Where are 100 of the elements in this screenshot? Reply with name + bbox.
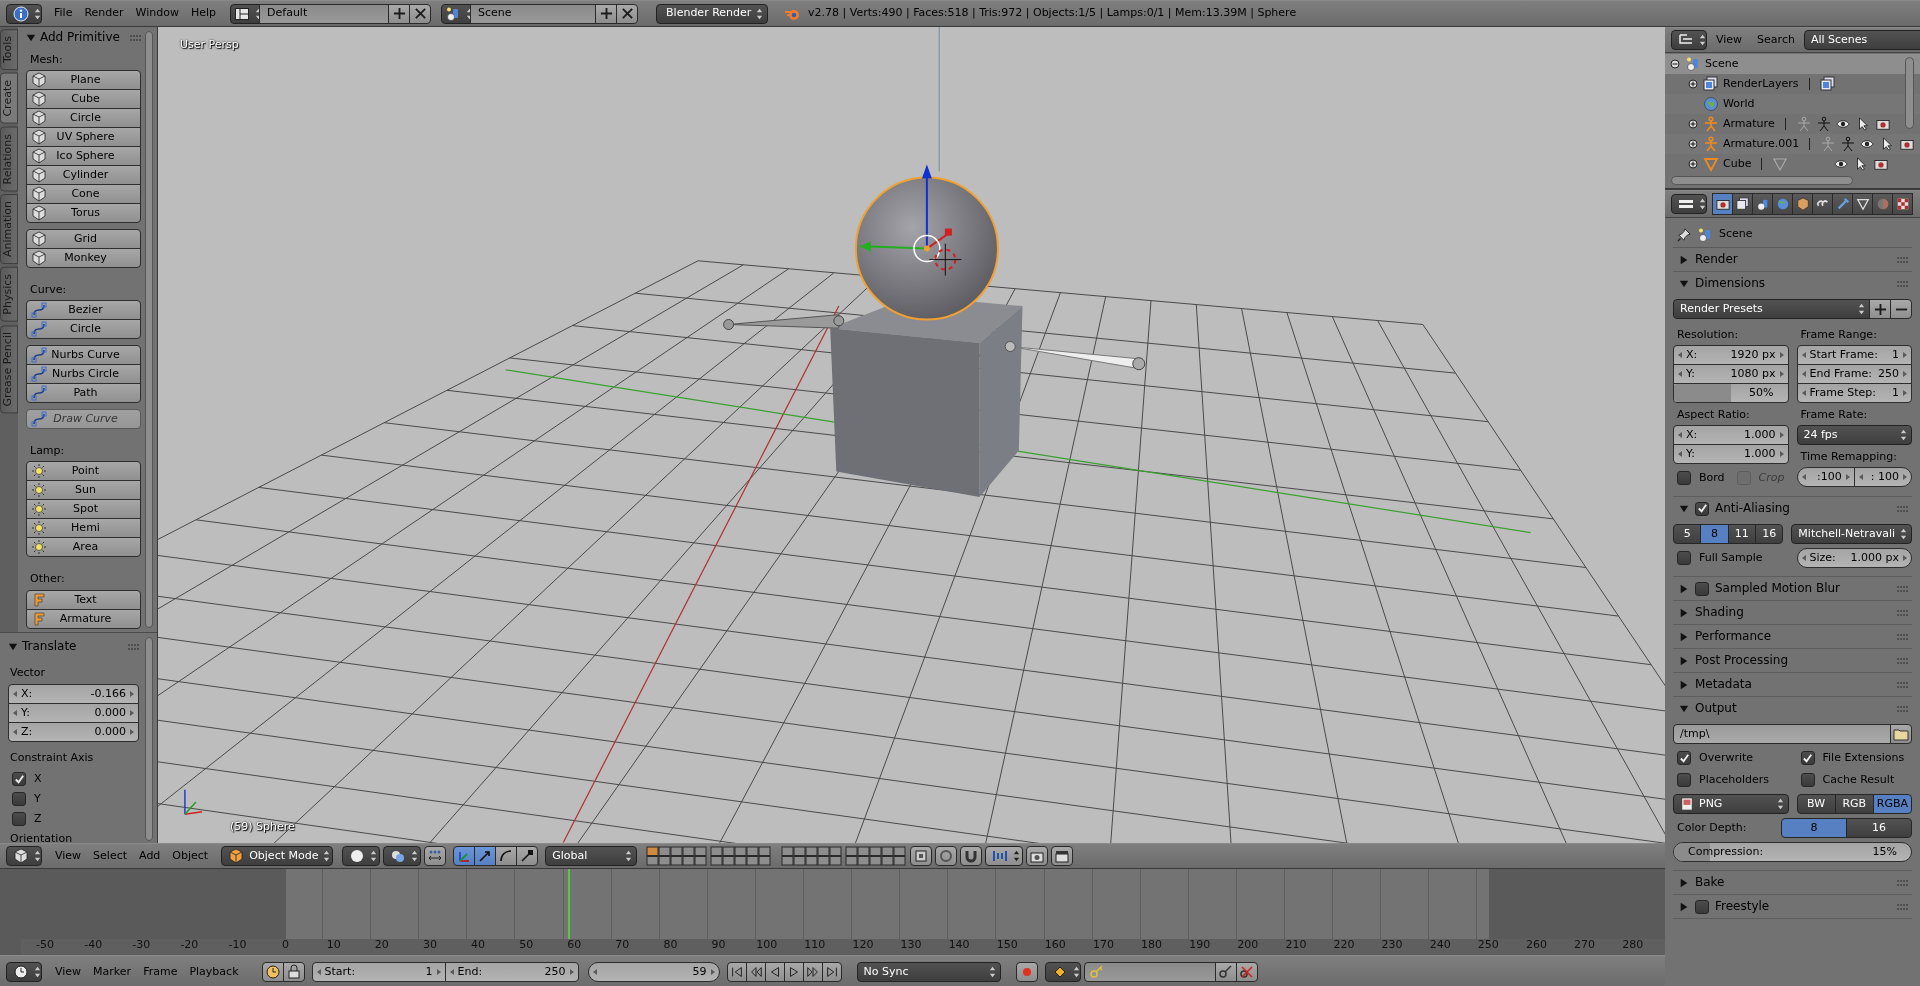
number-field[interactable]: Start Frame: 1 xyxy=(1796,345,1912,366)
number-field[interactable]: X: 1920 px xyxy=(1673,345,1789,366)
presets-dropdown[interactable]: Render Presets xyxy=(1673,299,1870,319)
tool-button[interactable]: Hemi xyxy=(26,518,141,539)
number-field[interactable]: X: -0.166 xyxy=(8,684,139,705)
menu-item[interactable]: Add xyxy=(133,849,167,863)
scene-name-field[interactable]: Scene xyxy=(470,3,597,24)
tool-button[interactable]: Spot xyxy=(26,499,141,520)
tool-button[interactable]: Nurbs Curve xyxy=(26,345,141,366)
tool-button[interactable]: Circle xyxy=(26,108,141,129)
color-mode-option[interactable]: BW xyxy=(1796,794,1836,815)
tool-button[interactable]: Cylinder xyxy=(26,165,141,186)
menu-item[interactable]: Render xyxy=(78,7,130,20)
item-label: World xyxy=(1723,97,1755,111)
checkbox-label: X xyxy=(34,773,42,786)
color-depth-option[interactable]: 16 xyxy=(1846,818,1912,839)
number-field[interactable]: Y: 1080 px xyxy=(1673,364,1789,385)
panel-title[interactable]: Post Processing xyxy=(1695,654,1788,668)
layout-name-field[interactable]: Default xyxy=(259,3,390,24)
mode-dropdown[interactable]: Object Mode xyxy=(221,846,334,866)
color-mode-option[interactable]: RGBA xyxy=(1872,794,1912,815)
tool-button[interactable]: Plane xyxy=(26,70,141,91)
number-field[interactable]: Y: 0.000 xyxy=(8,703,139,724)
outliner-row[interactable]: Armature xyxy=(1665,114,1920,134)
sample-option[interactable]: 8 xyxy=(1700,524,1729,545)
outliner-row[interactable]: Cube xyxy=(1665,154,1920,174)
panel-title[interactable]: Freestyle xyxy=(1715,900,1770,914)
section-label: Other: xyxy=(30,573,66,586)
frame-rate-dropdown[interactable]: 24 fps xyxy=(1796,425,1912,446)
checkbox-label: Placeholders xyxy=(1699,774,1769,787)
menu-item[interactable]: Object xyxy=(166,849,215,863)
panel-title[interactable]: Shading xyxy=(1695,606,1744,620)
menu-item[interactable]: View xyxy=(49,849,88,863)
menu-item[interactable]: Playback xyxy=(183,965,245,979)
panel-title[interactable]: Output xyxy=(1695,702,1737,716)
menu-item[interactable]: Window xyxy=(129,7,185,20)
frame-number: 200 xyxy=(1236,939,1260,953)
number-field[interactable]: End: 250 xyxy=(444,962,579,982)
number-field[interactable]: : 100 xyxy=(1853,467,1912,488)
slider-field[interactable]: Compression: 15% xyxy=(1673,842,1912,863)
render-engine-dropdown[interactable]: Blender Render xyxy=(656,3,769,24)
sample-option[interactable]: 11 xyxy=(1727,524,1756,545)
tool-button[interactable]: Ico Sphere xyxy=(26,146,141,167)
menu-item[interactable]: Select xyxy=(87,849,134,863)
filter-dropdown[interactable]: All Scenes xyxy=(1803,30,1920,50)
number-field[interactable]: Z: 0.000 xyxy=(8,722,139,743)
menu-item[interactable]: View xyxy=(1710,33,1749,47)
menu-item[interactable]: File xyxy=(48,7,79,20)
menu-item[interactable]: Help xyxy=(184,7,223,20)
number-field[interactable]: X: 1.000 xyxy=(1673,425,1789,446)
panel-title[interactable]: Performance xyxy=(1695,630,1772,644)
sample-option[interactable]: 16 xyxy=(1755,524,1784,545)
tool-button[interactable]: Area xyxy=(26,537,141,558)
number-field[interactable]: Size: 1.000 px xyxy=(1796,548,1912,569)
menu-item[interactable]: Frame xyxy=(137,965,184,979)
panel-title[interactable]: Sampled Motion Blur xyxy=(1715,582,1841,596)
orientation-dropdown[interactable]: Global xyxy=(545,846,638,866)
tool-button[interactable]: UV Sphere xyxy=(26,127,141,148)
panel-title[interactable]: Dimensions xyxy=(1695,276,1766,291)
number-field[interactable]: Start: 1 xyxy=(311,962,446,982)
number-field[interactable]: Y: 1.000 xyxy=(1673,444,1789,465)
panel-title[interactable]: Anti-Aliasing xyxy=(1715,502,1790,516)
outliner-row[interactable]: Scene xyxy=(1665,54,1920,74)
panel-title[interactable]: Bake xyxy=(1695,876,1725,890)
color-mode-option[interactable]: RGB xyxy=(1834,794,1874,815)
tool-button[interactable]: Monkey xyxy=(26,248,141,269)
tool-button[interactable]: Bezier xyxy=(26,300,141,321)
tool-button[interactable]: Torus xyxy=(26,203,141,224)
tool-button[interactable]: Path xyxy=(26,383,141,404)
tool-button[interactable]: Grid xyxy=(26,229,141,250)
tool-button[interactable]: Sun xyxy=(26,480,141,501)
outliner-row[interactable]: World xyxy=(1665,94,1920,114)
tool-button[interactable]: Cube xyxy=(26,89,141,110)
output-path-field[interactable]: /tmp\ xyxy=(1673,724,1891,745)
outliner-row[interactable]: Armature.001 xyxy=(1665,134,1920,154)
field-label: Frame Range: xyxy=(1800,329,1878,342)
tool-button[interactable]: Circle xyxy=(26,319,141,340)
number-field[interactable]: 59 xyxy=(587,962,720,982)
sample-option[interactable]: 5 xyxy=(1673,524,1702,545)
menu-item[interactable]: View xyxy=(49,965,88,979)
menu-item[interactable]: Marker xyxy=(87,965,138,979)
tool-button[interactable]: Cone xyxy=(26,184,141,205)
color-depth-option[interactable]: 8 xyxy=(1781,818,1847,839)
outliner-row[interactable]: RenderLayers xyxy=(1665,74,1920,94)
tool-button[interactable]: Text xyxy=(26,589,141,610)
panel-title[interactable]: Render xyxy=(1695,252,1738,267)
tool-button[interactable]: Nurbs Circle xyxy=(26,364,141,385)
number-field[interactable]: Frame Step: 1 xyxy=(1796,383,1912,404)
filter-dropdown[interactable]: Mitchell-Netravali xyxy=(1791,524,1912,545)
slider-field[interactable]: 50% xyxy=(1673,383,1789,404)
number-field[interactable]: :100 xyxy=(1796,467,1855,488)
tool-button[interactable]: Armature xyxy=(26,608,141,629)
menu-item[interactable]: Search xyxy=(1751,33,1801,47)
frame-number: 120 xyxy=(851,939,875,953)
number-field[interactable]: End Frame: 250 xyxy=(1796,364,1912,385)
side-tab[interactable]: Create xyxy=(0,73,18,124)
sync-dropdown[interactable]: No Sync xyxy=(856,962,1001,982)
panel-title[interactable]: Metadata xyxy=(1695,678,1752,692)
tool-button[interactable]: Point xyxy=(26,461,141,482)
file-format-dropdown[interactable]: PNG xyxy=(1673,794,1789,815)
